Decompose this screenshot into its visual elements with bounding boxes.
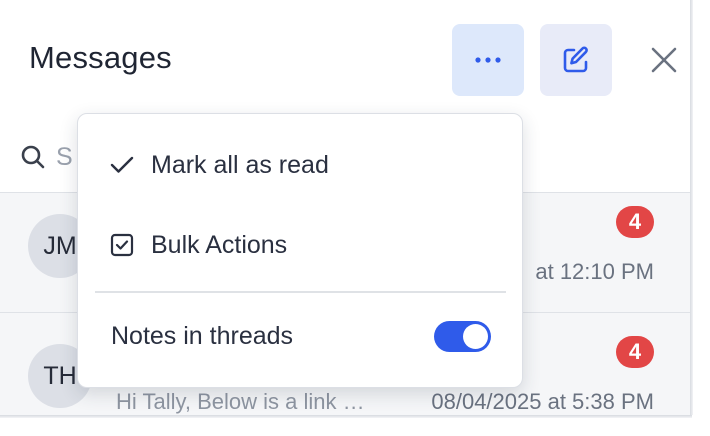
panel-edge: [690, 0, 693, 415]
search-input[interactable]: S: [20, 140, 73, 174]
messages-panel: Messages S JM 4 at 12:10 PM TH Hi Tally,…: [0, 0, 690, 415]
panel-edge: [0, 415, 692, 418]
search-icon: [21, 145, 45, 169]
checkbox-icon: [109, 232, 135, 258]
close-button[interactable]: [640, 36, 688, 84]
more-options-menu: Mark all as read Bulk Actions Notes in t…: [77, 113, 523, 388]
unread-badge: 4: [616, 336, 654, 368]
menu-item-label: Bulk Actions: [151, 230, 288, 259]
conversation-time: 08/04/2025 at 5:38 PM: [431, 389, 654, 414]
unread-badge: 4: [616, 206, 654, 238]
conversation-time: at 12:10 PM: [535, 259, 654, 284]
toggle-knob: [463, 324, 488, 349]
menu-item-label: Notes in threads: [111, 321, 294, 350]
close-icon: [651, 47, 677, 73]
menu-item-mark-all-read[interactable]: Mark all as read: [78, 135, 522, 195]
check-icon: [109, 152, 135, 178]
conversation-preview: Hi Tally, Below is a link …: [116, 389, 365, 414]
more-horizontal-icon: [475, 57, 501, 63]
page-title: Messages: [29, 40, 172, 75]
compose-icon: [563, 46, 588, 73]
more-options-button[interactable]: [452, 24, 524, 96]
menu-divider: [95, 291, 506, 293]
menu-item-notes-in-threads: Notes in threads: [78, 306, 522, 366]
search-placeholder: S: [56, 142, 73, 171]
menu-item-bulk-actions[interactable]: Bulk Actions: [78, 215, 522, 275]
notes-in-threads-toggle[interactable]: [434, 321, 491, 352]
compose-button[interactable]: [540, 24, 612, 96]
menu-item-label: Mark all as read: [151, 150, 329, 179]
